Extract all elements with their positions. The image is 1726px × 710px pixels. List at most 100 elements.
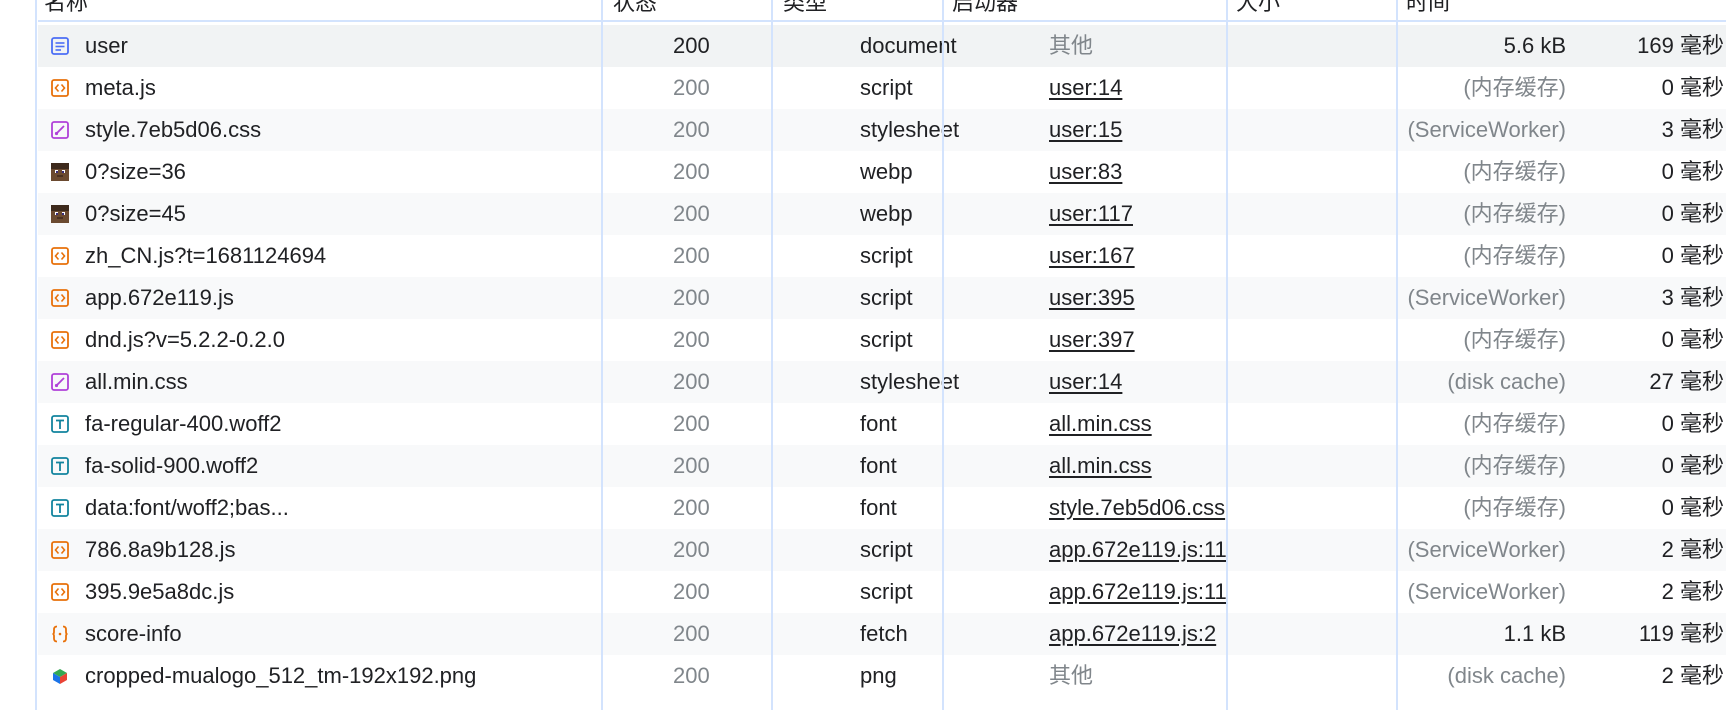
table-row[interactable]: 0?size=45 200 webp user:117 (内存缓存) 0 毫秒: [38, 193, 1726, 235]
request-time: 2 毫秒: [1661, 537, 1724, 562]
request-size: (内存缓存): [1463, 495, 1566, 520]
request-status: 200: [673, 117, 710, 142]
request-initiator: app.672e119.js:2: [1049, 613, 1339, 655]
request-name: all.min.css: [85, 369, 188, 394]
request-status: 200: [673, 159, 710, 184]
request-time: 0 毫秒: [1661, 327, 1724, 352]
font-icon: [50, 414, 70, 434]
column-header-initiator[interactable]: 启动器: [952, 0, 1222, 20]
request-size: (ServiceWorker): [1407, 537, 1566, 562]
initiator-link[interactable]: user:397: [1049, 327, 1135, 352]
request-size: (内存缓存): [1463, 75, 1566, 100]
table-row[interactable]: meta.js 200 script user:14 (内存缓存) 0 毫秒: [38, 67, 1726, 109]
request-initiator: user:83: [1049, 151, 1339, 193]
request-initiator: all.min.css: [1049, 403, 1339, 445]
script-icon: [50, 288, 70, 308]
request-status: 200: [673, 453, 710, 478]
initiator-link[interactable]: user:167: [1049, 243, 1135, 268]
request-time: 119 毫秒: [1638, 621, 1724, 646]
request-type: script: [860, 243, 913, 268]
request-name: fa-regular-400.woff2: [85, 411, 282, 436]
table-row[interactable]: cropped-mualogo_512_tm-192x192.png 200 p…: [38, 655, 1726, 697]
table-row[interactable]: 786.8a9b128.js 200 script app.672e119.js…: [38, 529, 1726, 571]
request-type: font: [860, 453, 897, 478]
table-row[interactable]: zh_CN.js?t=1681124694 200 script user:16…: [38, 235, 1726, 277]
request-type: stylesheet: [860, 117, 960, 142]
request-time: 0 毫秒: [1661, 243, 1724, 268]
table-row[interactable]: data:font/woff2;bas... 200 font style.7e…: [38, 487, 1726, 529]
request-type: font: [860, 411, 897, 436]
request-time: 0 毫秒: [1661, 75, 1724, 100]
request-size: (内存缓存): [1463, 201, 1566, 226]
request-type: webp: [860, 159, 913, 184]
table-row[interactable]: user 200 document 其他 5.6 kB 169 毫秒: [38, 25, 1726, 67]
table-row[interactable]: style.7eb5d06.css 200 stylesheet user:15…: [38, 109, 1726, 151]
request-name: dnd.js?v=5.2.2-0.2.0: [85, 327, 285, 352]
column-header-name[interactable]: 名称: [44, 0, 604, 20]
initiator-link[interactable]: user:14: [1049, 369, 1122, 394]
initiator-link[interactable]: all.min.css: [1049, 411, 1152, 436]
request-list: user 200 document 其他 5.6 kB 169 毫秒 meta.…: [38, 25, 1726, 697]
request-type: script: [860, 579, 913, 604]
column-divider[interactable]: [771, 0, 773, 710]
initiator-link[interactable]: style.7eb5d06.css: [1049, 495, 1225, 520]
initiator-link[interactable]: user:117: [1049, 201, 1133, 226]
request-size: (内存缓存): [1463, 243, 1566, 268]
initiator-link[interactable]: user:15: [1049, 117, 1122, 142]
initiator-link[interactable]: user:83: [1049, 159, 1122, 184]
fetch-icon: [50, 624, 70, 644]
request-time: 0 毫秒: [1661, 411, 1724, 436]
request-initiator: 其他: [1049, 663, 1094, 688]
request-size: (disk cache): [1447, 369, 1566, 394]
table-row[interactable]: fa-solid-900.woff2 200 font all.min.css …: [38, 445, 1726, 487]
request-time: 27 毫秒: [1649, 369, 1724, 394]
initiator-link[interactable]: app.672e119.js:11: [1049, 537, 1227, 562]
column-header-time[interactable]: 时间: [1406, 0, 1566, 20]
request-time: 3 毫秒: [1661, 117, 1724, 142]
column-header-size[interactable]: 大小: [1236, 0, 1396, 20]
table-row[interactable]: 0?size=36 200 webp user:83 (内存缓存) 0 毫秒: [38, 151, 1726, 193]
column-divider[interactable]: [601, 0, 603, 710]
table-row[interactable]: dnd.js?v=5.2.2-0.2.0 200 script user:397…: [38, 319, 1726, 361]
initiator-link[interactable]: app.672e119.js:11: [1049, 579, 1227, 604]
column-header-type[interactable]: 类型: [783, 0, 943, 20]
request-initiator: app.672e119.js:11: [1049, 571, 1339, 613]
request-name: cropped-mualogo_512_tm-192x192.png: [85, 663, 477, 688]
column-divider[interactable]: [1396, 0, 1398, 710]
script-icon: [50, 330, 70, 350]
table-row[interactable]: fa-regular-400.woff2 200 font all.min.cs…: [38, 403, 1726, 445]
request-initiator: app.672e119.js:11: [1049, 529, 1339, 571]
column-divider[interactable]: [942, 0, 944, 710]
table-header: 名称 状态 类型 启动器 大小 时间: [38, 0, 1726, 22]
initiator-link[interactable]: all.min.css: [1049, 453, 1152, 478]
request-status: 200: [673, 537, 710, 562]
request-initiator: user:14: [1049, 67, 1339, 109]
font-icon: [50, 498, 70, 518]
avatar-image-icon: [50, 162, 70, 182]
document-icon: [50, 36, 70, 56]
request-size: (内存缓存): [1463, 159, 1566, 184]
table-row[interactable]: 395.9e5a8dc.js 200 script app.672e119.js…: [38, 571, 1726, 613]
column-header-status[interactable]: 状态: [613, 0, 773, 20]
script-icon: [50, 582, 70, 602]
request-size: (内存缓存): [1463, 411, 1566, 436]
request-status: 200: [673, 243, 710, 268]
initiator-link[interactable]: user:395: [1049, 285, 1135, 310]
request-status: 200: [673, 33, 710, 58]
table-row[interactable]: score-info 200 fetch app.672e119.js:2 1.…: [38, 613, 1726, 655]
request-status: 200: [673, 201, 710, 226]
table-row[interactable]: app.672e119.js 200 script user:395 (Serv…: [38, 277, 1726, 319]
request-initiator: all.min.css: [1049, 445, 1339, 487]
request-name: meta.js: [85, 75, 156, 100]
column-divider[interactable]: [1226, 0, 1228, 710]
request-name: data:font/woff2;bas...: [85, 495, 289, 520]
table-row[interactable]: all.min.css 200 stylesheet user:14 (disk…: [38, 361, 1726, 403]
request-type: script: [860, 327, 913, 352]
initiator-link[interactable]: user:14: [1049, 75, 1122, 100]
request-type: script: [860, 537, 913, 562]
initiator-link[interactable]: app.672e119.js:2: [1049, 621, 1216, 646]
request-type: script: [860, 285, 913, 310]
request-time: 0 毫秒: [1661, 495, 1724, 520]
request-time: 0 毫秒: [1661, 453, 1724, 478]
request-type: fetch: [860, 621, 908, 646]
